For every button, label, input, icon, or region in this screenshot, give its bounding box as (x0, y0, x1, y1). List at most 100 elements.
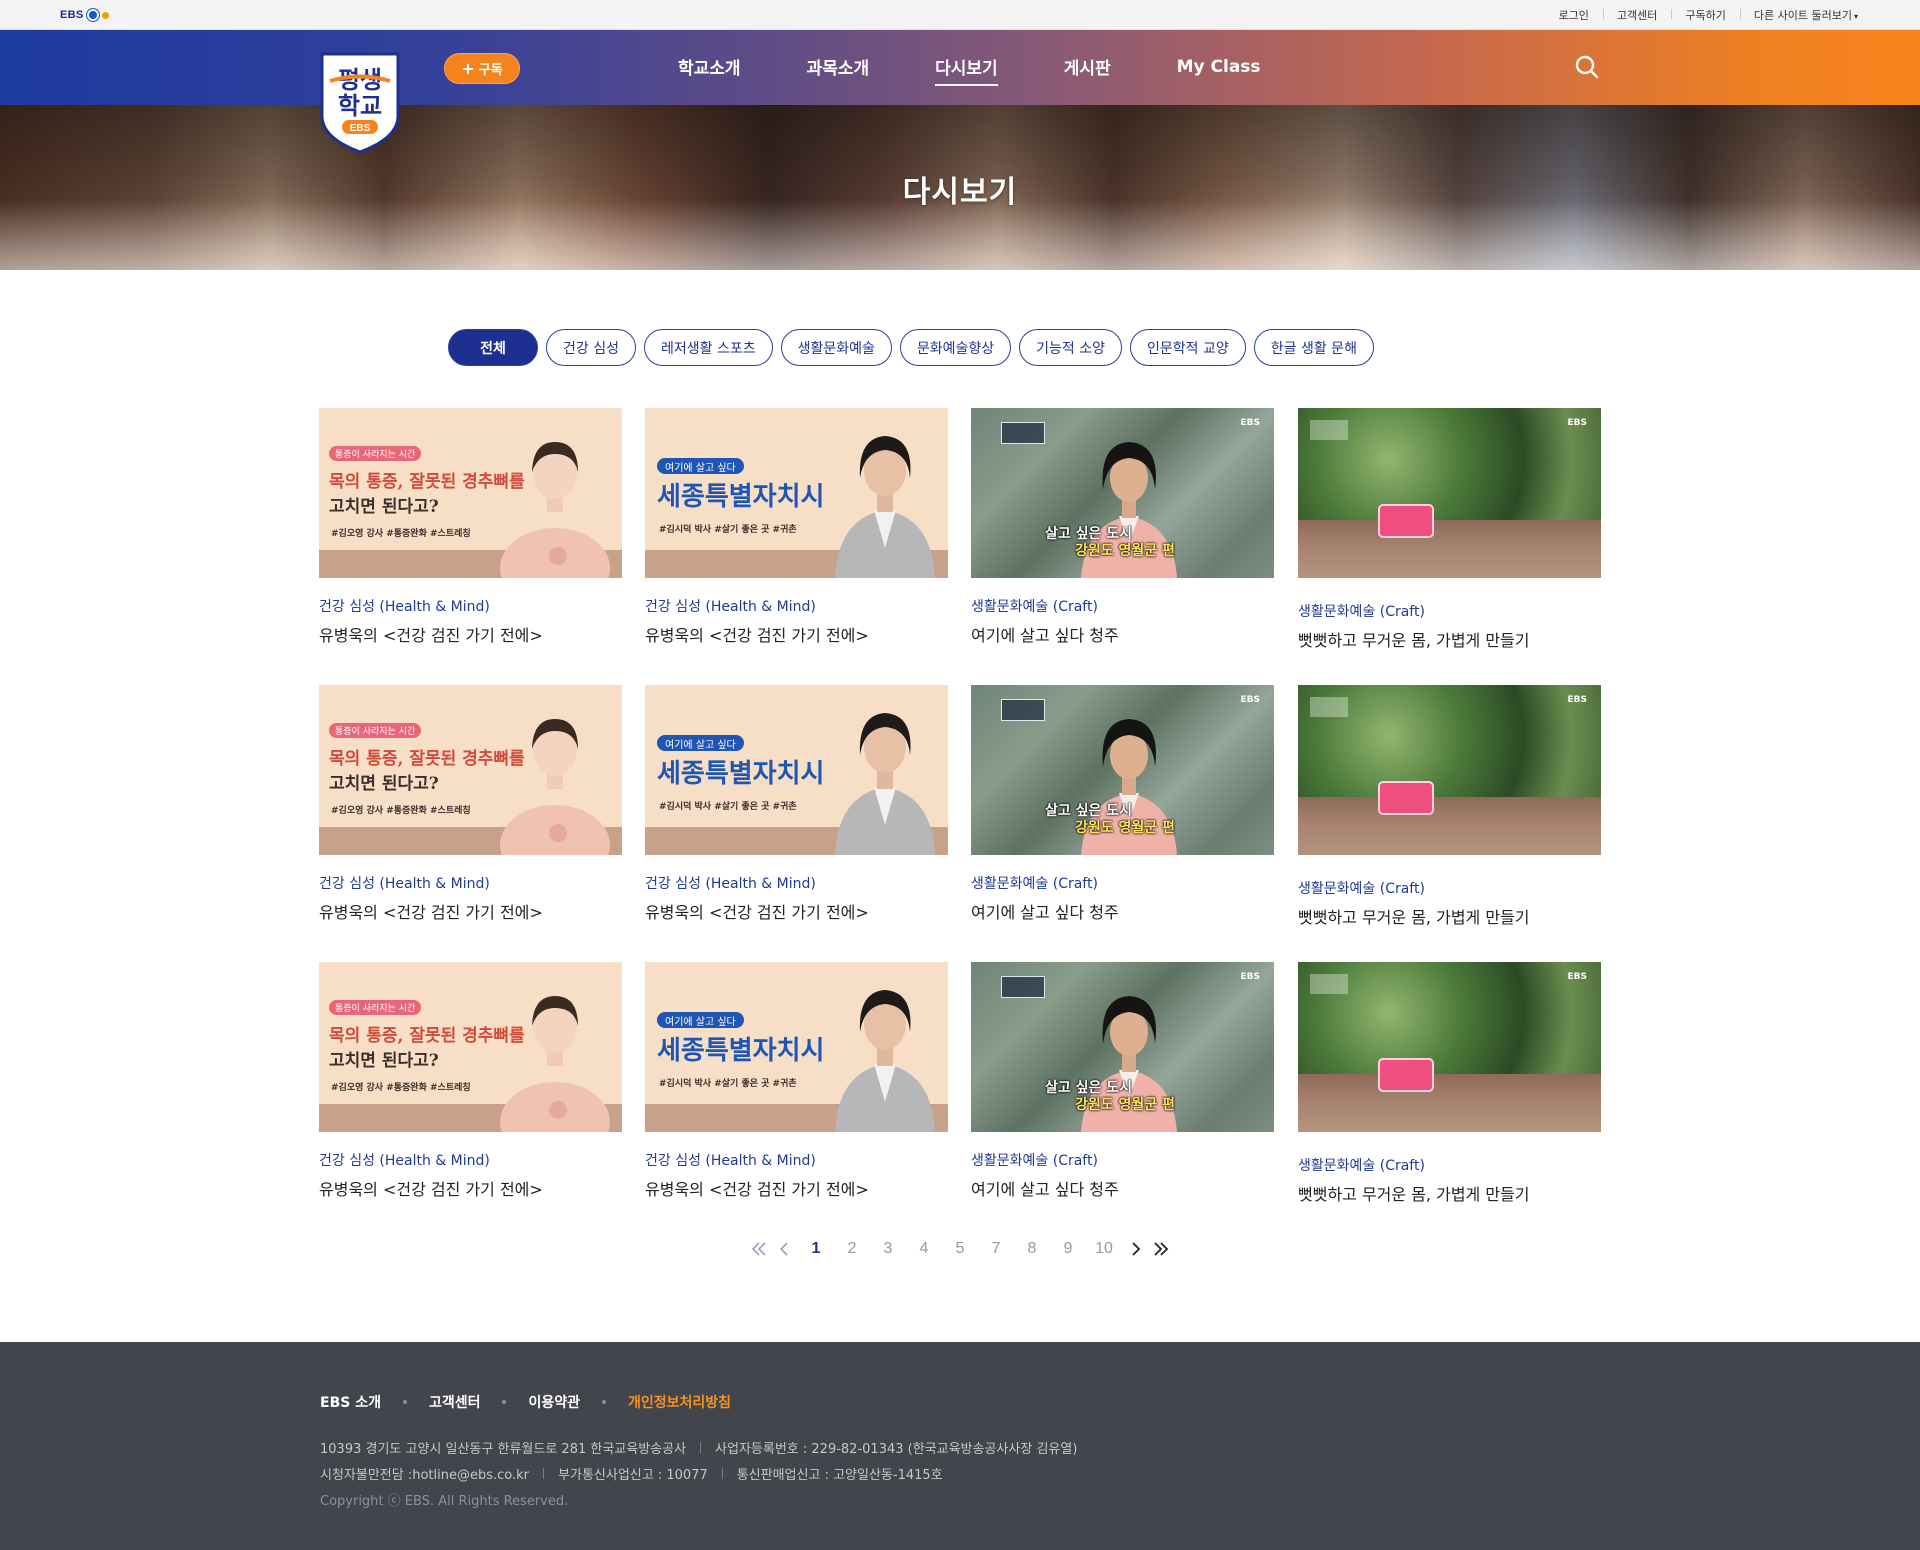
video-thumbnail[interactable]: EBS 살고 싶은 도시 강원도 영월군 편 (971, 685, 1274, 855)
page-title: 다시보기 (902, 175, 1018, 210)
filter-functional-literacy[interactable]: 기능적 소양 (1019, 329, 1123, 366)
page-number[interactable]: 9 (1050, 1240, 1086, 1258)
card-category[interactable]: 생활문화예술 (Craft) (971, 596, 1274, 616)
video-thumbnail[interactable]: EBS (1298, 408, 1601, 578)
page-number[interactable]: 3 (870, 1240, 906, 1258)
brand-logo[interactable]: 평생 학교 EBS (318, 50, 402, 154)
card-title[interactable]: 여기에 살고 싶다 청주 (971, 1176, 1274, 1200)
other-sites-dropdown[interactable]: 다른 사이트 둘러보기 ▾ (1739, 7, 1858, 23)
pagination: 1 2 3 4 5 7 8 9 10 (0, 1234, 1920, 1264)
card-category[interactable]: 건강 심성 (Health & Mind) (319, 1150, 622, 1170)
thumb-logo-inset (1310, 420, 1348, 440)
customer-center-link[interactable]: 고객센터 (1602, 7, 1671, 23)
search-button[interactable] (1574, 54, 1600, 80)
card-title[interactable]: 여기에 살고 싶다 청주 (971, 622, 1274, 646)
chevron-right-icon (1132, 1242, 1140, 1256)
video-thumbnail[interactable]: EBS 살고 싶은 도시 강원도 영월군 편 (971, 962, 1274, 1132)
ebs-logo[interactable]: EBS (60, 8, 109, 22)
nav-replay[interactable]: 다시보기 (935, 54, 998, 86)
subscribe-link[interactable]: 구독하기 (1671, 7, 1739, 23)
page-number[interactable]: 8 (1014, 1240, 1050, 1258)
nav-board[interactable]: 게시판 (1064, 54, 1111, 81)
video-card[interactable]: 통증이 사라지는 시간 목의 통증, 잘못된 경추뼈를 고치면 된다고? #김오… (319, 685, 622, 923)
card-title[interactable]: 유병욱의 <건강 검진 가기 전에> (319, 622, 622, 646)
video-card[interactable]: EBS 생활문화예술 (Craft) 뻣뻣하고 무거운 몸, 가볍게 만들기 (1298, 962, 1601, 1205)
card-title[interactable]: 유병욱의 <건강 검진 가기 전에> (645, 899, 948, 923)
card-category[interactable]: 생활문화예술 (Craft) (1298, 1155, 1601, 1175)
card-title[interactable]: 유병욱의 <건강 검진 가기 전에> (645, 622, 948, 646)
footer-about-ebs[interactable]: EBS 소개 (320, 1392, 381, 1412)
video-thumbnail[interactable]: EBS (1298, 685, 1601, 855)
filter-leisure-sports[interactable]: 레저생활 스포츠 (643, 329, 773, 366)
thumb-logo-inset (1310, 974, 1348, 994)
video-card[interactable]: EBS 살고 싶은 도시 강원도 영월군 편 생활문화예술 (Craft) 여기에… (971, 408, 1274, 646)
video-card[interactable]: 여기에 살고 싶다 세종특별자치시 #김시덕 박사 #살기 좋은 곳 #귀촌 건… (645, 408, 948, 646)
video-card[interactable]: EBS 살고 싶은 도시 강원도 영월군 편 생활문화예술 (Craft) 여기에… (971, 962, 1274, 1200)
filter-health-mind[interactable]: 건강 심성 (546, 329, 636, 366)
video-thumbnail[interactable]: EBS (1298, 962, 1601, 1132)
card-category[interactable]: 건강 심성 (Health & Mind) (645, 596, 948, 616)
card-title[interactable]: 뻣뻣하고 무거운 몸, 가볍게 만들기 (1298, 1181, 1601, 1205)
thumb-caption-line1: 살고 싶은 도시 (1045, 526, 1133, 542)
thumb-ebs-mark: EBS (1240, 695, 1261, 705)
nav-subject-intro[interactable]: 과목소개 (807, 54, 870, 81)
footer-business-no: 사업자등록번호 : 229-82-01343 (한국교육방송공사사장 김유열) (715, 1442, 1078, 1457)
video-thumbnail[interactable]: 여기에 살고 싶다 세종특별자치시 #김시덕 박사 #살기 좋은 곳 #귀촌 (645, 408, 948, 578)
card-category[interactable]: 생활문화예술 (Craft) (971, 1150, 1274, 1170)
card-title[interactable]: 유병욱의 <건강 검진 가기 전에> (319, 899, 622, 923)
card-title[interactable]: 여기에 살고 싶다 청주 (971, 899, 1274, 923)
card-category[interactable]: 건강 심성 (Health & Mind) (645, 1150, 948, 1170)
page-number[interactable]: 10 (1086, 1240, 1122, 1258)
card-category[interactable]: 생활문화예술 (Craft) (971, 873, 1274, 893)
prev-page-button[interactable] (772, 1239, 798, 1259)
video-thumbnail[interactable]: 통증이 사라지는 시간 목의 통증, 잘못된 경추뼈를 고치면 된다고? #김오… (319, 962, 622, 1132)
card-title[interactable]: 유병욱의 <건강 검진 가기 전에> (319, 1176, 622, 1200)
filter-korean-literacy[interactable]: 한글 생활 문해 (1253, 329, 1374, 366)
card-category[interactable]: 생활문화예술 (Craft) (1298, 878, 1601, 898)
first-page-button[interactable] (746, 1239, 772, 1259)
thumb-caption: 살고 싶은 도시 강원도 영월군 편 (1045, 526, 1175, 560)
page-number[interactable]: 2 (834, 1240, 870, 1258)
page-number[interactable]: 5 (942, 1240, 978, 1258)
video-card[interactable]: 여기에 살고 싶다 세종특별자치시 #김시덕 박사 #살기 좋은 곳 #귀촌 건… (645, 685, 948, 923)
thumb-table-surface (1298, 520, 1601, 578)
footer-terms[interactable]: 이용약관 (528, 1392, 580, 1412)
card-title[interactable]: 뻣뻣하고 무거운 몸, 가볍게 만들기 (1298, 627, 1601, 651)
page-number[interactable]: 7 (978, 1240, 1014, 1258)
filter-life-culture-art[interactable]: 생활문화예술 (780, 329, 892, 366)
nav-my-class[interactable]: My Class (1177, 57, 1261, 79)
login-link[interactable]: 로그인 (1545, 7, 1603, 23)
footer-customer-center[interactable]: 고객센터 (429, 1392, 481, 1412)
page-number[interactable]: 4 (906, 1240, 942, 1258)
video-thumbnail[interactable]: 통증이 사라지는 시간 목의 통증, 잘못된 경추뼈를 고치면 된다고? #김오… (319, 685, 622, 855)
video-card[interactable]: EBS 생활문화예술 (Craft) 뻣뻣하고 무거운 몸, 가볍게 만들기 (1298, 685, 1601, 928)
video-card[interactable]: 통증이 사라지는 시간 목의 통증, 잘못된 경추뼈를 고치면 된다고? #김오… (319, 962, 622, 1200)
footer-privacy-policy[interactable]: 개인정보처리방침 (628, 1392, 731, 1412)
video-thumbnail[interactable]: 여기에 살고 싶다 세종특별자치시 #김시덕 박사 #살기 좋은 곳 #귀촌 (645, 685, 948, 855)
video-thumbnail[interactable]: EBS 살고 싶은 도시 강원도 영월군 편 (971, 408, 1274, 578)
video-card[interactable]: 통증이 사라지는 시간 목의 통증, 잘못된 경추뼈를 고치면 된다고? #김오… (319, 408, 622, 646)
next-page-button[interactable] (1122, 1239, 1148, 1259)
card-category[interactable]: 건강 심성 (Health & Mind) (645, 873, 948, 893)
subscribe-button[interactable]: + 구독 (444, 53, 520, 84)
nav-school-intro[interactable]: 학교소개 (678, 54, 741, 81)
video-thumbnail[interactable]: 통증이 사라지는 시간 목의 통증, 잘못된 경추뼈를 고치면 된다고? #김오… (319, 408, 622, 578)
filter-all[interactable]: 전체 (448, 329, 538, 366)
card-category[interactable]: 건강 심성 (Health & Mind) (319, 873, 622, 893)
utility-bar: EBS 로그인 고객센터 구독하기 다른 사이트 둘러보기 ▾ (0, 0, 1920, 30)
card-title[interactable]: 뻣뻣하고 무거운 몸, 가볍게 만들기 (1298, 904, 1601, 928)
other-sites-label: 다른 사이트 둘러보기 (1753, 9, 1852, 22)
footer-divider-dot (502, 1400, 507, 1404)
card-category[interactable]: 건강 심성 (Health & Mind) (319, 596, 622, 616)
last-page-button[interactable] (1148, 1239, 1174, 1259)
filter-culture-art-improvement[interactable]: 문화예술향상 (899, 329, 1012, 366)
filter-humanities[interactable]: 인문학적 교양 (1130, 329, 1246, 366)
video-thumbnail[interactable]: 여기에 살고 싶다 세종특별자치시 #김시덕 박사 #살기 좋은 곳 #귀촌 (645, 962, 948, 1132)
video-card[interactable]: EBS 생활문화예술 (Craft) 뻣뻣하고 무거운 몸, 가볍게 만들기 (1298, 408, 1601, 651)
video-card[interactable]: 여기에 살고 싶다 세종특별자치시 #김시덕 박사 #살기 좋은 곳 #귀촌 건… (645, 962, 948, 1200)
card-title[interactable]: 유병욱의 <건강 검진 가기 전에> (645, 1176, 948, 1200)
card-category[interactable]: 생활문화예술 (Craft) (1298, 601, 1601, 621)
page-number[interactable]: 1 (798, 1240, 834, 1258)
video-card[interactable]: EBS 살고 싶은 도시 강원도 영월군 편 생활문화예술 (Craft) 여기에… (971, 685, 1274, 923)
thumb-caption-line1: 살고 싶은 도시 (1045, 803, 1133, 819)
